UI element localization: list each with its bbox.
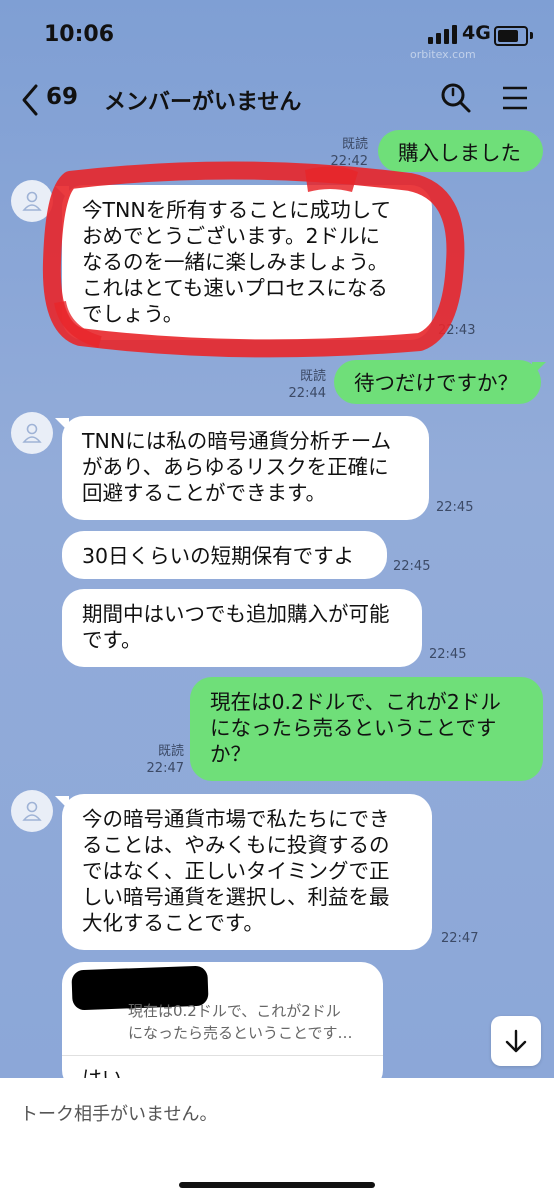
network-label: 4G bbox=[462, 22, 491, 44]
message-line: 今の暗号通貨市場で私たちにでき bbox=[82, 807, 390, 831]
message-line: 今TNNを所有することに成功して bbox=[82, 198, 392, 222]
avatar[interactable] bbox=[11, 790, 53, 832]
received-message[interactable]: 今TNNを所有することに成功して おめでとうございます。2ドルに なるのを一緒に… bbox=[62, 185, 432, 340]
chat-screen: 10:06 4G orbitex.com 69 メンバーがいません 既読 22:… bbox=[0, 0, 554, 1200]
message-line: 大化することです。 bbox=[82, 911, 264, 935]
unread-count[interactable]: 69 bbox=[46, 84, 78, 110]
message-line: ではなく、正しいタイミングで正 bbox=[82, 859, 390, 883]
message-line: ることは、やみくもに投資するの bbox=[82, 833, 390, 857]
read-status: 既読 22:42 bbox=[318, 136, 368, 170]
read-label: 既読 bbox=[299, 369, 326, 384]
user-icon bbox=[22, 801, 42, 821]
message-text: 購入しました bbox=[398, 141, 521, 165]
no-partner-notice: トーク相手がいません。 bbox=[20, 1104, 218, 1125]
message-time: 22:42 bbox=[330, 154, 368, 169]
avatar[interactable] bbox=[11, 180, 53, 222]
message-line: でしょう。 bbox=[82, 302, 184, 326]
sent-message[interactable]: 待つだけですか？ bbox=[334, 360, 541, 404]
quote-line: 現在は0.2ドルで、これが2ドル bbox=[128, 1002, 341, 1020]
message-line: これはとても速いプロセスになる bbox=[82, 276, 388, 300]
message-time: 22:43 bbox=[438, 323, 476, 338]
bubble-tail bbox=[532, 362, 546, 376]
read-status: 既読 22:44 bbox=[276, 368, 326, 402]
chat-header: 69 メンバーがいません bbox=[0, 70, 554, 132]
message-time: 22:45 bbox=[429, 647, 467, 662]
menu-icon[interactable] bbox=[497, 80, 533, 116]
status-time: 10:06 bbox=[44, 22, 115, 47]
signal-icon bbox=[428, 25, 457, 44]
received-message[interactable]: 30日くらいの短期保有ですよ bbox=[62, 531, 387, 579]
message-line: TNNには私の暗号通貨分析チーム bbox=[82, 429, 392, 453]
user-icon bbox=[22, 191, 42, 211]
message-line: しい暗号通貨を選択し、利益を最 bbox=[82, 885, 390, 909]
battery-cap bbox=[530, 32, 533, 39]
search-icon[interactable] bbox=[438, 80, 474, 116]
avatar[interactable] bbox=[11, 412, 53, 454]
quoted-message: 現在は0.2ドルで、これが2ドル になったら売るということです… bbox=[128, 1000, 378, 1044]
message-line: 30日くらいの短期保有ですよ bbox=[82, 544, 355, 568]
message-time: 22:47 bbox=[146, 761, 184, 776]
message-line: 回避することができます。 bbox=[82, 481, 326, 505]
message-time: 22:44 bbox=[288, 386, 326, 401]
message-time: 22:45 bbox=[436, 500, 474, 515]
received-message[interactable]: 今の暗号通貨市場で私たちにでき ることは、やみくもに投資するの ではなく、正しい… bbox=[62, 794, 432, 950]
message-line: か？ bbox=[210, 742, 251, 766]
chat-footer: トーク相手がいません。 bbox=[0, 1078, 554, 1200]
message-time: 22:45 bbox=[393, 559, 431, 574]
sent-message[interactable]: 現在は0.2ドルで、これが2ドル になったら売るということです か？ bbox=[190, 677, 543, 781]
received-message[interactable]: 期間中はいつでも追加購入が可能 です。 bbox=[62, 589, 422, 667]
scroll-to-bottom-button[interactable] bbox=[491, 1016, 541, 1066]
read-label: 既読 bbox=[341, 137, 368, 152]
status-bar: 10:06 4G orbitex.com bbox=[0, 0, 554, 70]
arrow-down-icon bbox=[505, 1029, 527, 1053]
message-line: おめでとうございます。2ドルに bbox=[82, 224, 380, 248]
ghost-url-text: orbitex.com bbox=[410, 48, 476, 61]
message-line: 現在は0.2ドルで、これが2ドル bbox=[210, 690, 501, 714]
sent-message[interactable]: 購入しました bbox=[378, 130, 543, 172]
message-line: です。 bbox=[82, 628, 142, 652]
message-line: になったら売るということです bbox=[210, 716, 497, 740]
home-indicator[interactable] bbox=[179, 1182, 375, 1188]
received-message[interactable]: TNNには私の暗号通貨分析チーム があり、あらゆるリスクを正確に 回避することが… bbox=[62, 416, 429, 520]
quote-divider bbox=[62, 1055, 383, 1056]
message-line: があり、あらゆるリスクを正確に bbox=[82, 455, 389, 479]
chat-title: メンバーがいません bbox=[104, 90, 302, 115]
message-line: なるのを一緒に楽しみましょう。 bbox=[82, 250, 389, 274]
read-status: 既読 22:47 bbox=[134, 743, 184, 777]
message-text: 待つだけですか？ bbox=[354, 371, 518, 395]
battery-icon bbox=[494, 26, 528, 46]
user-icon bbox=[22, 423, 42, 443]
quote-line: になったら売るということです… bbox=[128, 1024, 353, 1042]
message-line: 期間中はいつでも追加購入が可能 bbox=[82, 602, 390, 626]
read-label: 既読 bbox=[157, 744, 184, 759]
message-time: 22:47 bbox=[441, 931, 479, 946]
